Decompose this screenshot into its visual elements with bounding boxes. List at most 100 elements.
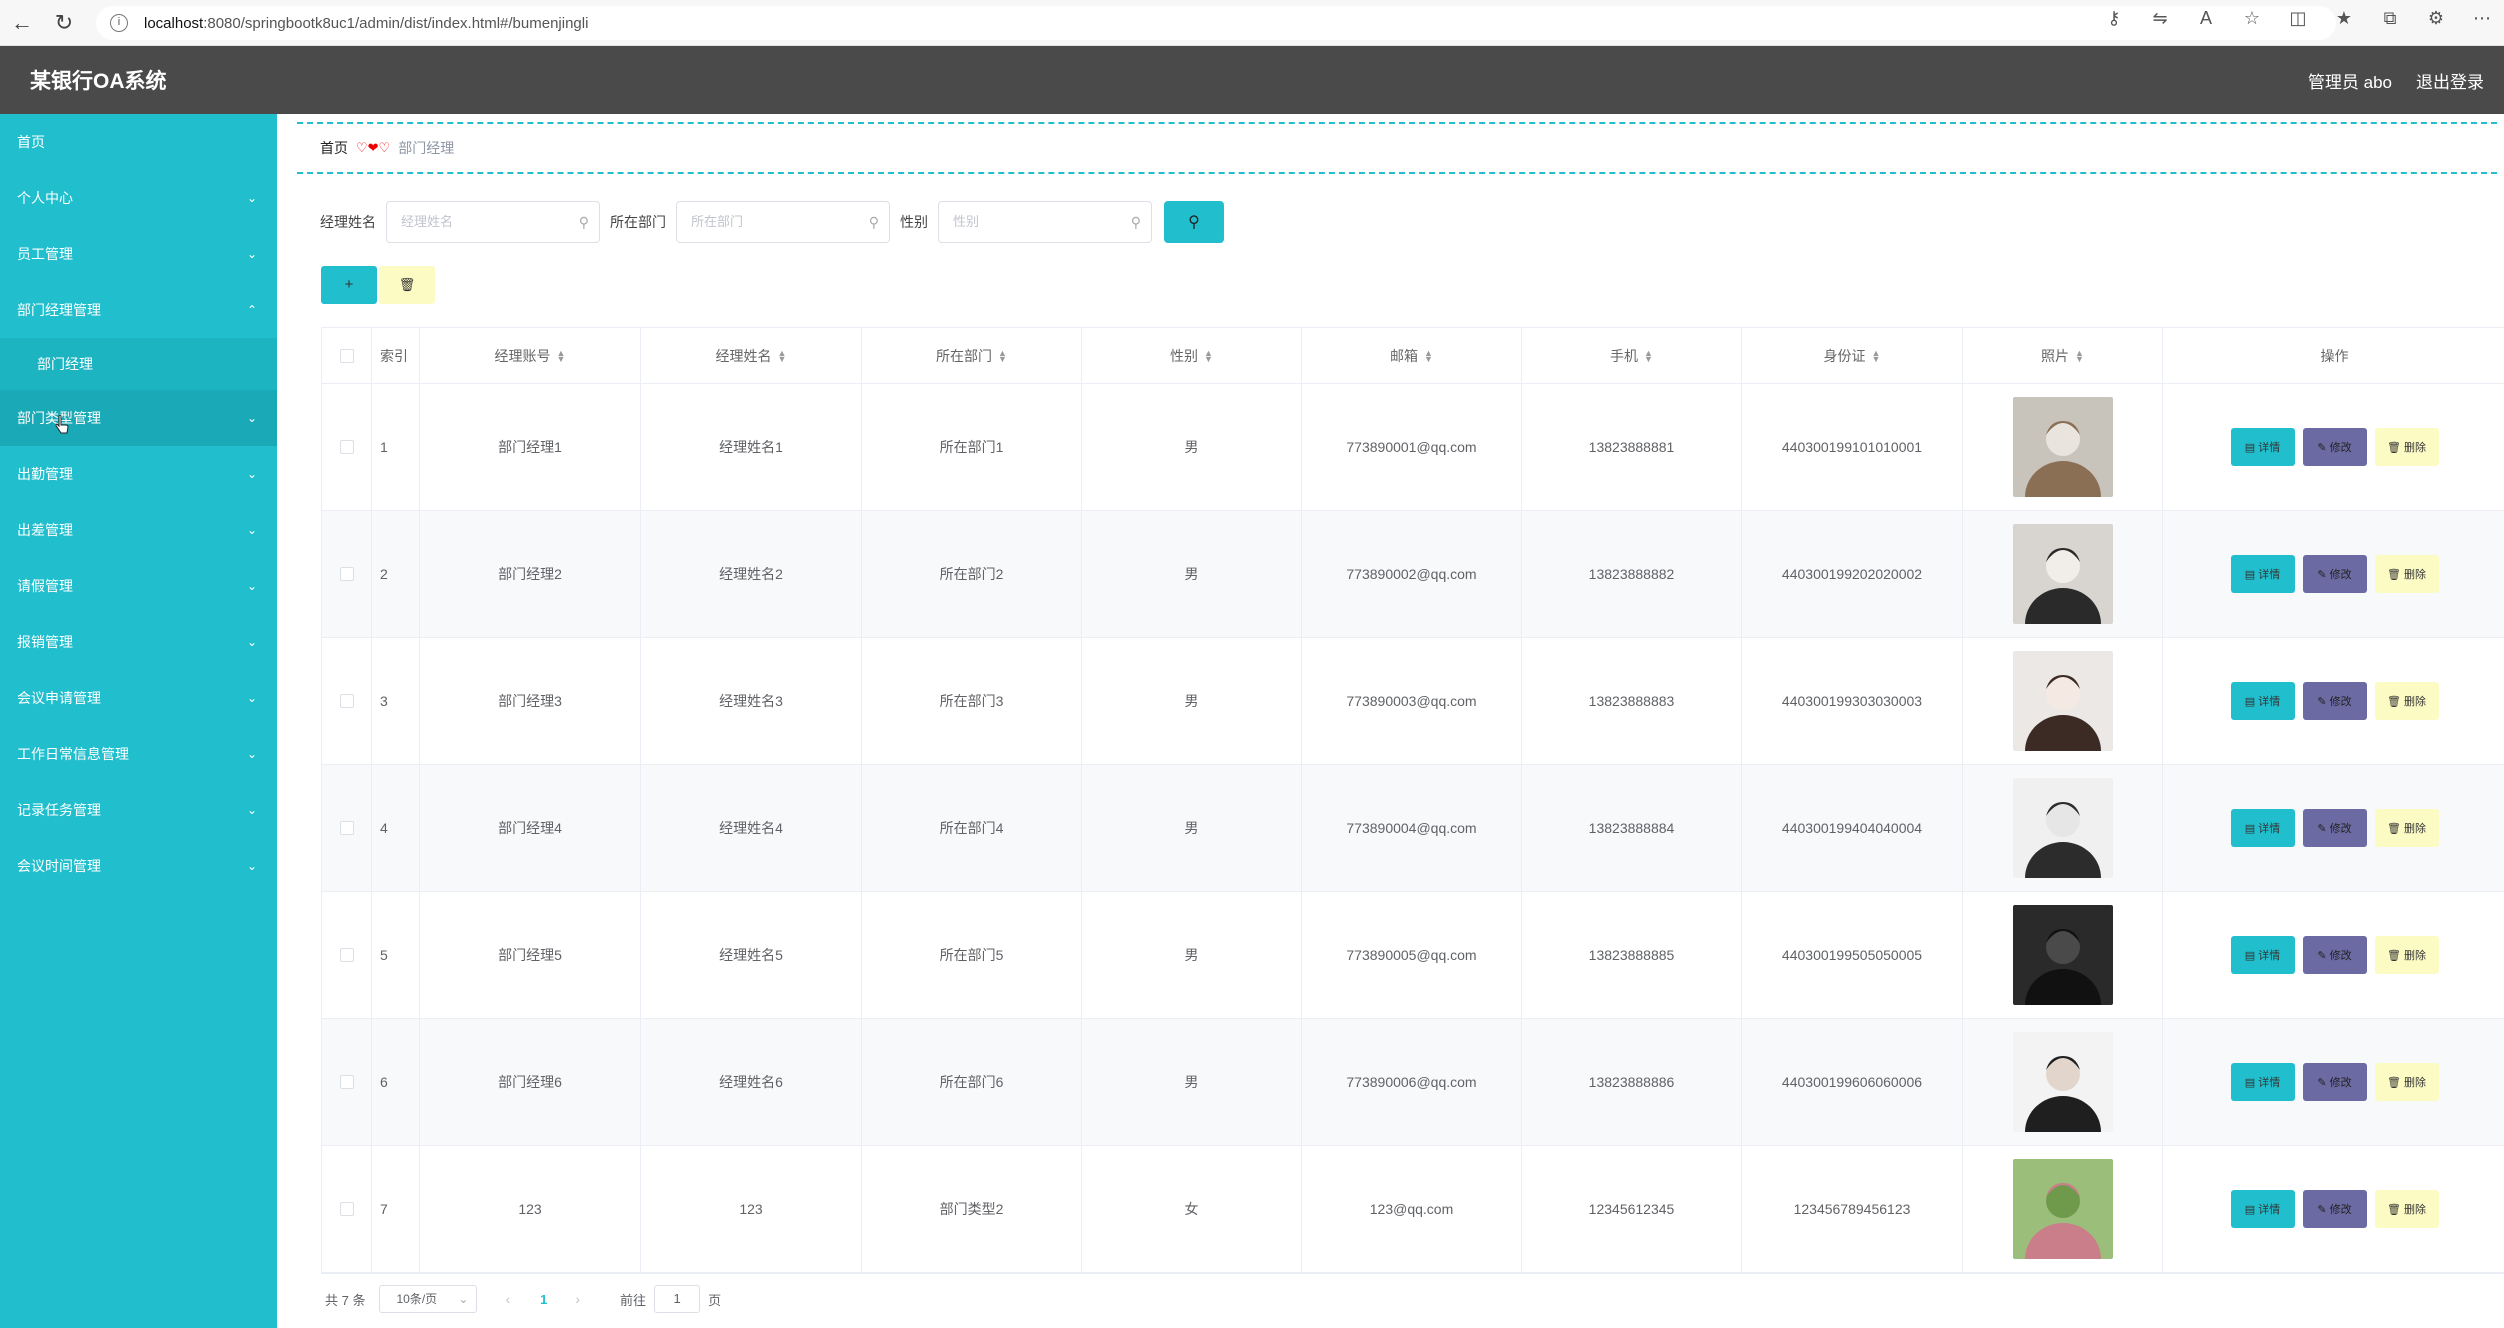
sidebar-item-dept-manager[interactable]: 部门经理 <box>0 338 277 390</box>
sort-icon[interactable]: ▲ ▼ <box>557 348 566 363</box>
delete-button[interactable]: 🗑 删除 <box>2374 428 2439 466</box>
delete-button[interactable]: 🗑 删除 <box>2374 1190 2439 1228</box>
detail-button[interactable]: ▤ 详情 <box>2230 555 2295 593</box>
column-header-name[interactable]: 经理姓名 ▲ ▼ <box>641 328 862 383</box>
translate-icon[interactable]: ⇋ <box>2148 8 2172 29</box>
select-all-checkbox[interactable] <box>339 348 354 363</box>
sidebar-item-business-trip[interactable]: 出差管理 ⌄ <box>0 502 277 558</box>
gender-input[interactable]: 性别 ⚲ <box>938 201 1152 243</box>
sidebar-item-daily-work[interactable]: 工作日常信息管理 ⌄ <box>0 726 277 782</box>
favorites-icon[interactable]: ★ <box>2332 8 2356 29</box>
edit-button[interactable]: ✎ 修改 <box>2302 1063 2367 1101</box>
goto-page-input[interactable]: 1 <box>654 1285 701 1313</box>
sort-icon[interactable]: ▲ ▼ <box>1424 348 1433 363</box>
sidebar-item-label: 部门经理 <box>37 356 93 372</box>
manager-photo[interactable] <box>2012 1032 2113 1132</box>
collections-icon[interactable]: ⧉ <box>2378 8 2402 29</box>
row-account-text: 部门经理5 <box>498 947 562 963</box>
sidebar-item-employee[interactable]: 员工管理 ⌄ <box>0 226 277 282</box>
read-aloud-icon[interactable]: A <box>2194 8 2218 29</box>
row-checkbox[interactable] <box>339 694 354 708</box>
prev-page-button[interactable]: ‹ <box>505 1291 510 1307</box>
delete-button[interactable]: 🗑 删除 <box>2374 555 2439 593</box>
detail-button[interactable]: ▤ 详情 <box>2230 809 2295 847</box>
row-checkbox[interactable] <box>339 440 354 454</box>
header-label: 邮箱 <box>1390 347 1419 364</box>
sidebar-item-attendance[interactable]: 出勤管理 ⌄ <box>0 446 277 502</box>
row-checkbox[interactable] <box>339 567 354 581</box>
sort-icon[interactable]: ▲ ▼ <box>778 348 787 363</box>
sidebar-item-personal-center[interactable]: 个人中心 ⌄ <box>0 170 277 226</box>
edit-button[interactable]: ✎ 修改 <box>2302 682 2367 720</box>
manager-photo[interactable] <box>2012 524 2113 624</box>
department-input[interactable]: 所在部门 ⚲ <box>676 201 890 243</box>
row-checkbox[interactable] <box>339 948 354 962</box>
manager-photo[interactable] <box>2012 1159 2113 1259</box>
add-button[interactable]: + <box>321 266 377 304</box>
sort-icon[interactable]: ▲ ▼ <box>1872 348 1881 363</box>
document-icon: ▤ <box>2244 822 2256 835</box>
manager-photo[interactable] <box>2012 905 2113 1005</box>
row-account: 部门经理5 <box>420 892 641 1018</box>
row-checkbox[interactable] <box>339 821 354 835</box>
manager-photo[interactable] <box>2012 397 2113 497</box>
delete-button[interactable]: 🗑 删除 <box>2374 682 2439 720</box>
edit-button[interactable]: ✎ 修改 <box>2302 809 2367 847</box>
more-icon[interactable]: ⋯ <box>2470 8 2494 29</box>
back-icon[interactable]: ← <box>2 3 42 43</box>
edit-label: 修改 <box>2329 442 2352 454</box>
breadcrumb-home[interactable]: 首页 <box>320 138 348 158</box>
info-icon[interactable]: i <box>110 14 128 32</box>
search-button[interactable]: ⚲ <box>1164 201 1224 243</box>
manager-photo[interactable] <box>2012 651 2113 751</box>
edit-button[interactable]: ✎ 修改 <box>2302 555 2367 593</box>
delete-button[interactable]: 🗑 删除 <box>2374 936 2439 974</box>
sidebar-item-dept-type[interactable]: 部门类型管理⌄ <box>0 390 277 446</box>
row-department: 所在部门6 <box>862 1019 1082 1145</box>
extensions-icon[interactable]: ⚙ <box>2424 8 2448 29</box>
refresh-icon[interactable]: ↻ <box>44 3 84 43</box>
detail-button[interactable]: ▤ 详情 <box>2230 1190 2295 1228</box>
sidebar-item-dept-manager-group[interactable]: 部门经理管理 ⌃ <box>0 282 277 338</box>
manager-photo[interactable] <box>2012 778 2113 878</box>
sidebar-item-home[interactable]: 首页 <box>0 114 277 170</box>
column-header-idcard[interactable]: 身份证 ▲ ▼ <box>1742 328 1963 383</box>
column-header-account[interactable]: 经理账号 ▲ ▼ <box>420 328 641 383</box>
sidebar-item-meeting-request[interactable]: 会议申请管理 ⌄ <box>0 670 277 726</box>
delete-button[interactable]: 🗑 删除 <box>2374 809 2439 847</box>
sidebar-item-task-records[interactable]: 记录任务管理 ⌄ <box>0 782 277 838</box>
sort-icon[interactable]: ▲ ▼ <box>1644 348 1653 363</box>
column-header-gender[interactable]: 性别 ▲ ▼ <box>1082 328 1302 383</box>
detail-button[interactable]: ▤ 详情 <box>2230 1063 2295 1101</box>
column-header-email[interactable]: 邮箱 ▲ ▼ <box>1302 328 1522 383</box>
manager-name-input[interactable]: 经理姓名 ⚲ <box>386 201 600 243</box>
sort-icon[interactable]: ▲ ▼ <box>1204 348 1213 363</box>
column-header-photo[interactable]: 照片 ▲ ▼ <box>1963 328 2163 383</box>
current-page[interactable]: 1 <box>540 1292 547 1307</box>
sidebar-item-leave[interactable]: 请假管理 ⌄ <box>0 558 277 614</box>
detail-button[interactable]: ▤ 详情 <box>2230 936 2295 974</box>
edit-button[interactable]: ✎ 修改 <box>2302 428 2367 466</box>
address-bar[interactable]: i localhost :8080/springbootk8uc1/admin/… <box>96 6 2336 40</box>
detail-button[interactable]: ▤ 详情 <box>2230 428 2295 466</box>
sidebar-item-reimbursement[interactable]: 报销管理 ⌄ <box>0 614 277 670</box>
column-header-phone[interactable]: 手机 ▲ ▼ <box>1522 328 1742 383</box>
next-page-button[interactable]: › <box>575 1291 580 1307</box>
page-size-select[interactable]: 10条/页 ⌄ <box>379 1285 478 1313</box>
row-checkbox[interactable] <box>339 1202 354 1216</box>
edit-button[interactable]: ✎ 修改 <box>2302 1190 2367 1228</box>
sort-icon[interactable]: ▲ ▼ <box>2075 348 2084 363</box>
edit-button[interactable]: ✎ 修改 <box>2302 936 2367 974</box>
logout-link[interactable]: 退出登录 <box>2416 68 2484 93</box>
batch-delete-button[interactable]: 🗑 <box>379 266 435 304</box>
header-label: 身份证 <box>1823 347 1866 364</box>
split-screen-icon[interactable]: ◫ <box>2286 8 2310 29</box>
key-icon[interactable]: ⚷ <box>2102 8 2126 29</box>
favorite-star-icon[interactable]: ☆ <box>2240 8 2264 29</box>
detail-button[interactable]: ▤ 详情 <box>2230 682 2295 720</box>
sort-icon[interactable]: ▲ ▼ <box>998 348 1007 363</box>
delete-button[interactable]: 🗑 删除 <box>2374 1063 2439 1101</box>
sidebar-item-meeting-time[interactable]: 会议时间管理 ⌄ <box>0 838 277 894</box>
column-header-department[interactable]: 所在部门 ▲ ▼ <box>862 328 1082 383</box>
row-checkbox[interactable] <box>339 1075 354 1089</box>
